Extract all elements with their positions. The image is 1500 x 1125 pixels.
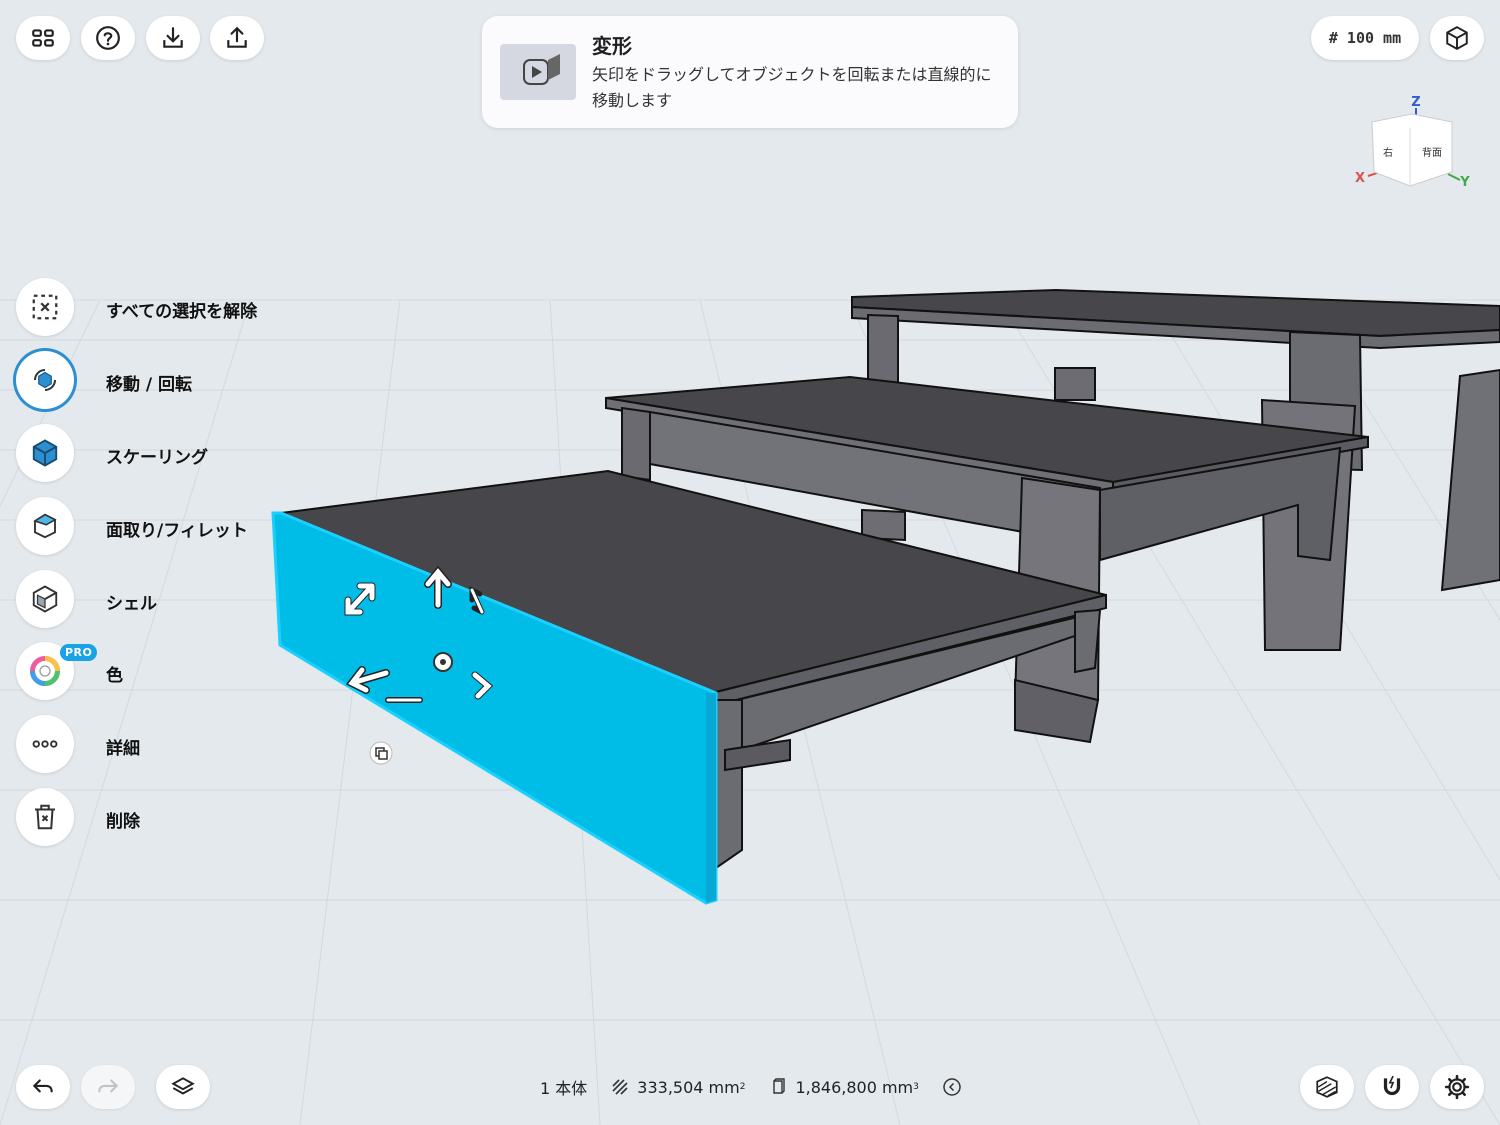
- undo-button[interactable]: [16, 1065, 70, 1109]
- view-cube-x-label: X: [1355, 171, 1365, 186]
- grid-menu-icon: [32, 29, 54, 47]
- tip-card: 変形 矢印をドラッグしてオブジェクトを回転または直線的に移動します: [482, 16, 1018, 128]
- shell-button[interactable]: [16, 570, 74, 628]
- status-bar: 1 本体 333,504 mm 2 1,846,800 mm 3: [540, 1074, 993, 1100]
- settings-button[interactable]: [1430, 1065, 1484, 1109]
- cube-view-icon: [1446, 26, 1468, 50]
- duplicate-icon[interactable]: [369, 741, 393, 765]
- upload-icon: [227, 26, 247, 48]
- tip-description: 矢印をドラッグしてオブジェクトを回転または直線的に移動します: [592, 65, 992, 110]
- import-button[interactable]: [146, 16, 200, 60]
- layers-button[interactable]: [156, 1065, 210, 1109]
- tool-delete[interactable]: 削除: [16, 788, 276, 848]
- section-cube-icon: [1316, 1076, 1338, 1098]
- fillet-icon: [33, 513, 57, 539]
- volume-icon: [773, 1078, 786, 1094]
- tool-label-fillet: 面取り/フィレット: [106, 521, 248, 541]
- tool-label-move-rotate: 移動 / 回転: [106, 375, 193, 395]
- view-cube-y-label: Y: [1459, 175, 1470, 190]
- layers-icon: [171, 1077, 195, 1095]
- play-video-icon: [523, 54, 560, 85]
- gear-icon: [1444, 1074, 1470, 1100]
- pro-badge: PRO: [60, 644, 98, 661]
- color-wheel-icon: [30, 656, 60, 686]
- body-count: 1 本体: [540, 1079, 588, 1098]
- volume: 1,846,800 mm 3: [769, 1077, 919, 1097]
- deselect-button[interactable]: [16, 278, 74, 336]
- chevron-left-circle-icon: [943, 1078, 961, 1096]
- grid-size-button[interactable]: # 100 mm: [1311, 16, 1419, 60]
- tool-label-scaling: スケーリング: [106, 448, 208, 468]
- tool-label-color: 色: [106, 666, 123, 686]
- tool-label-shell: シェル: [106, 594, 157, 614]
- help-button[interactable]: [81, 16, 135, 60]
- help-icon: [96, 26, 120, 50]
- collapse-status-button[interactable]: [943, 1078, 969, 1096]
- move-rotate-button[interactable]: [16, 351, 74, 409]
- tool-fillet[interactable]: 面取り/フィレット: [16, 497, 276, 557]
- tool-label-deselect: すべての選択を解除: [106, 302, 258, 322]
- gizmo-center-handle[interactable]: [433, 652, 453, 672]
- scaling-button[interactable]: [16, 424, 74, 482]
- tool-color[interactable]: 色: [16, 642, 276, 702]
- surface-area: 333,504 mm 2: [611, 1078, 745, 1097]
- delete-button[interactable]: [16, 788, 74, 846]
- view-cube-z-label: Z: [1411, 95, 1420, 110]
- volume-exponent: 3: [913, 1082, 919, 1092]
- 3d-viewport[interactable]: Z X Y 右 背面: [0, 0, 1500, 1125]
- view-cube-right-face: 右: [1383, 146, 1393, 159]
- details-button[interactable]: [16, 715, 74, 773]
- tip-title: 変形: [592, 34, 632, 58]
- download-icon: [163, 27, 183, 48]
- tool-details[interactable]: 詳細: [16, 715, 276, 775]
- tool-shell[interactable]: シェル: [16, 570, 276, 630]
- volume-value: 1,846,800 mm: [795, 1077, 914, 1097]
- fillet-button[interactable]: [16, 497, 74, 555]
- tool-deselect-all[interactable]: すべての選択を解除: [16, 278, 276, 338]
- tool-label-details: 詳細: [106, 739, 140, 759]
- tip-video-thumbnail[interactable]: [500, 44, 576, 100]
- tool-scaling[interactable]: スケーリング: [16, 424, 276, 484]
- snap-button[interactable]: [1365, 1065, 1419, 1109]
- export-button[interactable]: [210, 16, 264, 60]
- scale-cube-icon: [32, 439, 58, 467]
- trash-icon: [35, 804, 55, 830]
- move-rotate-icon: [34, 369, 56, 391]
- redo-button[interactable]: [81, 1065, 135, 1109]
- surface-area-value: 333,504 mm: [637, 1077, 740, 1097]
- section-view-button[interactable]: [1300, 1065, 1354, 1109]
- redo-icon: [98, 1079, 119, 1093]
- tool-move-rotate[interactable]: 移動 / 回転: [16, 351, 276, 411]
- area-exponent: 2: [739, 1082, 746, 1092]
- tool-label-delete: 削除: [106, 812, 140, 832]
- view-mode-button[interactable]: [1430, 16, 1484, 60]
- more-dots-icon: [32, 740, 58, 748]
- area-hatch-icon: [612, 1079, 628, 1095]
- undo-icon: [32, 1079, 53, 1093]
- projects-button[interactable]: [16, 16, 70, 60]
- view-cube-back-face: 背面: [1422, 146, 1442, 159]
- shell-icon: [32, 585, 58, 613]
- magnet-icon: [1383, 1075, 1401, 1096]
- deselect-icon: [32, 294, 58, 320]
